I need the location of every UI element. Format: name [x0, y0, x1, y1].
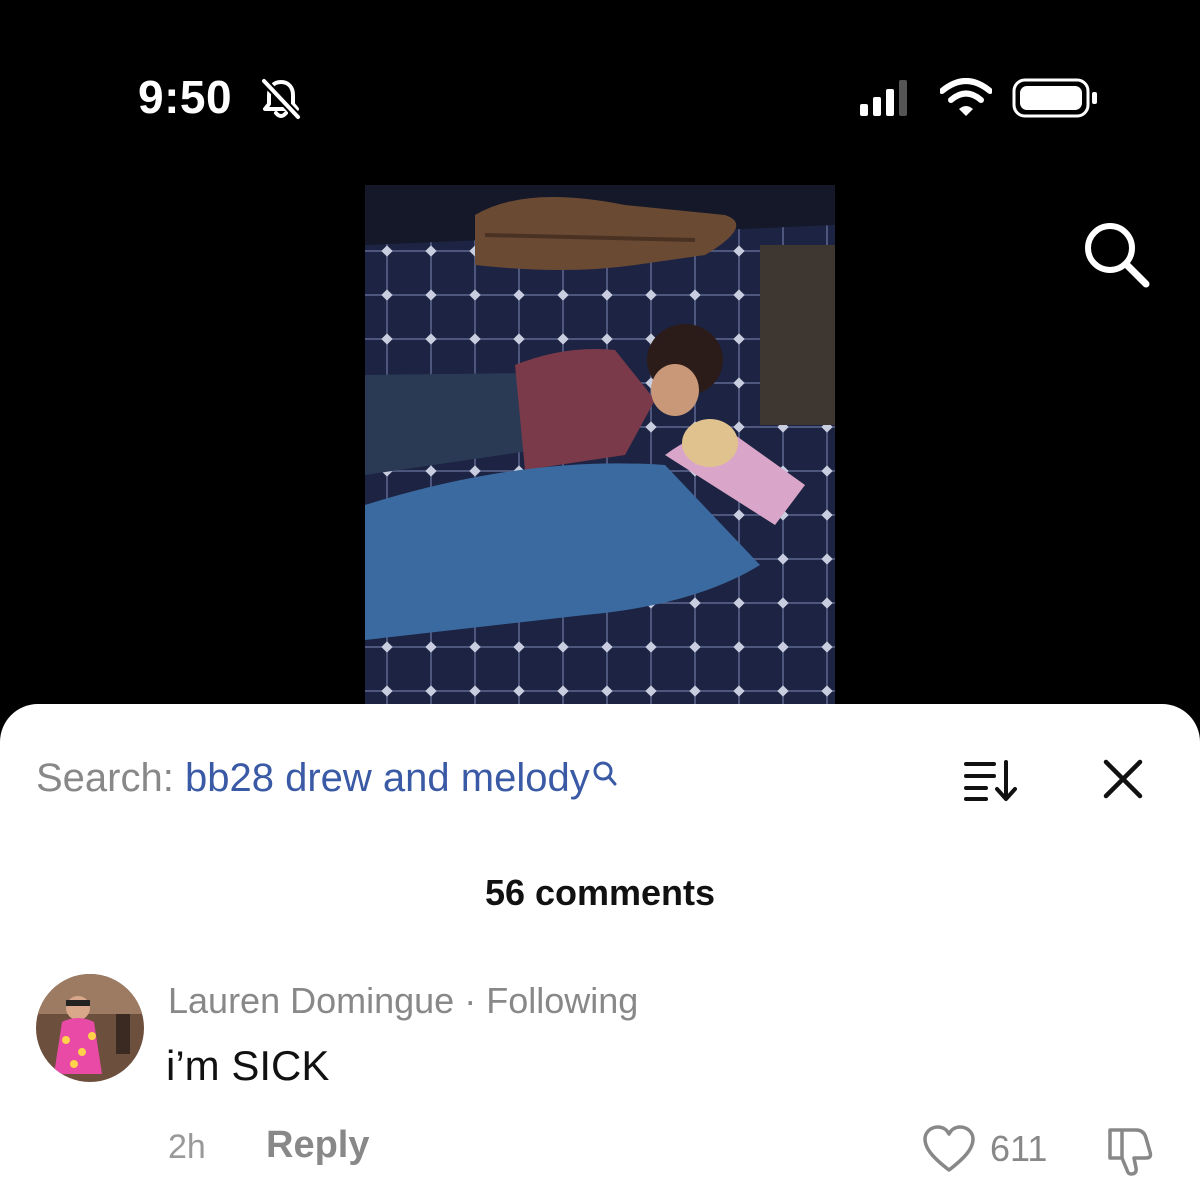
battery-icon: [1012, 78, 1097, 118]
search-query[interactable]: bb28 drew and melody: [185, 756, 590, 800]
following-label: Following: [486, 980, 639, 1021]
comment-count: 56 comments: [484, 872, 716, 913]
search-prefix: Search:: [36, 756, 174, 800]
comment-text: i’m SICK: [166, 1042, 330, 1089]
like-count: 611: [990, 1128, 1048, 1169]
comment-author[interactable]: Lauren Domingue: [168, 980, 454, 1021]
status-bar: 9:50: [0, 0, 1200, 160]
status-time: 9:50: [138, 71, 233, 123]
comment-author-line: Lauren Domingue · Following: [168, 980, 638, 1022]
signal-icon: [860, 80, 907, 116]
comment-search-link[interactable]: Search: bb28 drew and melody: [36, 756, 618, 801]
avatar[interactable]: [36, 974, 144, 1082]
reply-button[interactable]: Reply: [266, 1124, 369, 1167]
dislike-icon[interactable]: [1100, 1122, 1156, 1178]
search-icon[interactable]: [1080, 218, 1152, 290]
comments-sheet: Search: bb28 drew and melody 56 comments…: [0, 704, 1200, 1182]
author-separator: ·: [454, 980, 487, 1021]
sort-icon[interactable]: [964, 758, 1020, 802]
wifi-icon: [940, 78, 992, 116]
heart-icon[interactable]: [922, 1124, 976, 1174]
comment-time: 2h: [168, 1128, 206, 1166]
bell-slash-icon: [261, 78, 301, 120]
close-icon[interactable]: [1100, 756, 1146, 802]
video-frame[interactable]: [365, 185, 835, 705]
search-icon: [593, 761, 617, 786]
